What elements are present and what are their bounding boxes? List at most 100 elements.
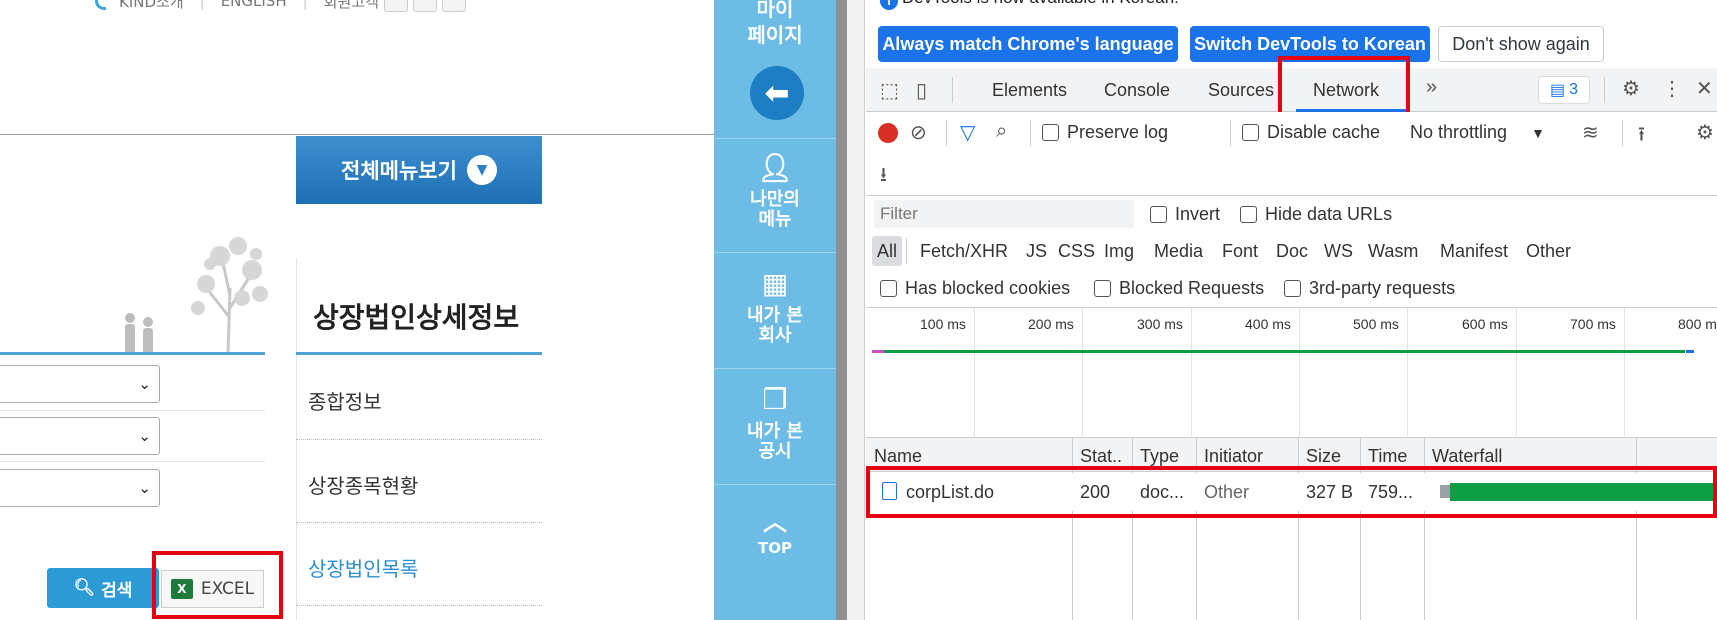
tree-illustration [125,237,268,355]
type-filter-all[interactable]: All [872,236,903,266]
row-divider [0,410,265,411]
network-conditions-icon[interactable]: ≋ [1582,120,1599,145]
network-toolbar: ⊘ ▽ ⌕ Preserve log Disable cache No thro… [866,112,1717,196]
column-type[interactable]: Type [1140,446,1179,467]
person-icon: 👤︎ [757,151,793,184]
full-menu-button[interactable]: 전체메뉴보기 ▼ [296,136,542,204]
network-timeline[interactable]: 100 ms 200 ms 300 ms 400 ms 500 ms 600 m… [866,308,1717,438]
viewed-companies-link[interactable]: ▦ 내가 본 회사 [714,268,836,346]
type-filter-fetch-xhr[interactable]: Fetch/XHR [920,236,1008,266]
type-filter-css[interactable]: CSS [1058,236,1095,266]
chevron-down-icon: ⌄ [138,479,151,497]
column-waterfall[interactable]: Waterfall [1432,446,1502,467]
search-button[interactable]: 🔍︎ 검색 [47,568,159,608]
filter-select-1[interactable]: ⌄ [0,365,160,403]
column-status[interactable]: Stat.. [1080,446,1122,467]
tab-elements[interactable]: Elements [992,80,1067,101]
filter-select-3[interactable]: ⌄ [0,469,160,507]
side-title-underline [296,352,542,355]
highlight-box-network-tab [1278,56,1410,120]
type-filter-img[interactable]: Img [1104,236,1134,266]
side-item-corp-list[interactable]: 상장법인목록 [308,553,418,582]
filter-panel-divider [0,352,265,355]
third-party-label: 3rd-party requests [1309,278,1456,298]
export-har-icon[interactable]: ⭳ [880,160,887,194]
row-divider [296,605,542,606]
settings-gear-icon[interactable]: ⚙ [1622,76,1640,101]
always-match-language-button[interactable]: Always match Chrome's language [878,26,1178,62]
issues-badge[interactable]: ▤ 3 [1538,76,1590,104]
checkbox-icon [1242,124,1259,141]
disable-cache-label: Disable cache [1267,122,1381,142]
more-options-icon[interactable]: ⋮ [1662,76,1682,101]
type-filter-other[interactable]: Other [1526,236,1571,266]
kind-logo-icon [91,0,117,14]
search-icon: 🔍︎ [73,578,96,598]
side-item-overview[interactable]: 종합정보 [308,386,382,415]
building-icon: ▦ [761,267,789,300]
my-menu-link[interactable]: 👤︎ 나만의 메뉴 [714,152,836,230]
full-menu-label: 전체메뉴보기 [341,159,457,183]
dont-show-again-button[interactable]: Don't show again [1438,26,1604,62]
filter-input[interactable]: Filter [874,200,1134,228]
tab-console[interactable]: Console [1104,80,1170,101]
filter-select-2[interactable]: ⌄ [0,417,160,455]
third-party-checkbox[interactable]: 3rd-party requests [1284,278,1455,299]
clear-icon[interactable]: ⊘ [910,120,927,145]
font-minus-icon[interactable] [441,0,466,12]
filter-bar: Filter Invert Hide data URLs All Fetch/X… [866,196,1717,308]
hide-data-urls-checkbox[interactable]: Hide data URLs [1240,204,1392,225]
import-har-icon[interactable]: ⭱ [1638,120,1645,154]
disable-cache-checkbox[interactable]: Disable cache [1242,122,1380,143]
type-filter-media[interactable]: Media [1154,236,1203,266]
viewed-disclosures-link[interactable]: ❐ 내가 본 공시 [714,384,836,462]
dropdown-arrow-icon: ▼ [1531,125,1545,141]
side-item-listed-issues[interactable]: 상장종목현황 [308,470,418,499]
type-filter-js[interactable]: JS [1026,236,1047,266]
nav-english[interactable]: ENGLISH [221,0,287,10]
document-icon: ❐ [762,383,788,416]
nav-member[interactable]: 회원고객 [324,0,379,12]
invert-checkbox[interactable]: Invert [1150,204,1220,225]
type-filter-font[interactable]: Font [1222,236,1258,266]
search-button-label: 검색 [101,580,133,601]
checkbox-icon [1284,280,1301,297]
devtools-panel: i DevTools is now available in Korean! A… [866,0,1717,620]
timeline-marker [1686,350,1694,353]
viewed-disclosures-label: 내가 본 공시 [747,421,803,462]
type-filter-doc[interactable]: Doc [1276,236,1308,266]
settings-gear-icon[interactable]: ⚙ [1696,120,1714,145]
blocked-cookies-checkbox[interactable]: Has blocked cookies [880,278,1070,299]
nav-kind-intro[interactable]: KIND소개 [119,0,184,12]
language-info: DevTools is now available in Korean! [902,0,1179,8]
timeline-gridline [1299,308,1300,438]
inspect-element-icon[interactable]: ⬚ [880,78,899,103]
back-arrow-icon[interactable]: ⬅ [750,66,804,120]
column-initiator[interactable]: Initiator [1204,446,1263,467]
record-icon[interactable] [878,123,898,143]
preserve-log-checkbox[interactable]: Preserve log [1042,122,1168,143]
type-filter-ws[interactable]: WS [1324,236,1353,266]
type-filter-manifest[interactable]: Manifest [1440,236,1508,266]
close-icon[interactable]: ✕ [1696,76,1713,101]
throttling-select[interactable]: No throttling ▼ [1410,122,1545,143]
search-icon[interactable]: ⌕ [996,120,1007,143]
refresh-icon[interactable] [412,0,437,12]
blocked-requests-checkbox[interactable]: Blocked Requests [1094,278,1264,299]
column-time[interactable]: Time [1368,446,1407,467]
quickbar-divider [714,138,836,139]
row-divider [0,461,265,462]
font-size-icon[interactable] [383,0,408,12]
my-page-link[interactable]: 마이 페이지 [714,0,836,48]
type-filter-wasm[interactable]: Wasm [1368,236,1418,266]
column-name[interactable]: Name [874,446,922,467]
blocked-cookies-label: Has blocked cookies [905,278,1071,298]
device-toolbar-icon[interactable]: ▯ [916,78,927,103]
top-link[interactable]: ︿ TOP [714,510,836,558]
filter-icon[interactable]: ▽ [960,120,975,145]
devtools-splitter[interactable] [847,0,865,620]
row-divider [296,522,542,523]
tab-sources[interactable]: Sources [1208,80,1274,101]
more-tabs-icon[interactable]: » [1426,76,1437,99]
column-size[interactable]: Size [1306,446,1341,467]
